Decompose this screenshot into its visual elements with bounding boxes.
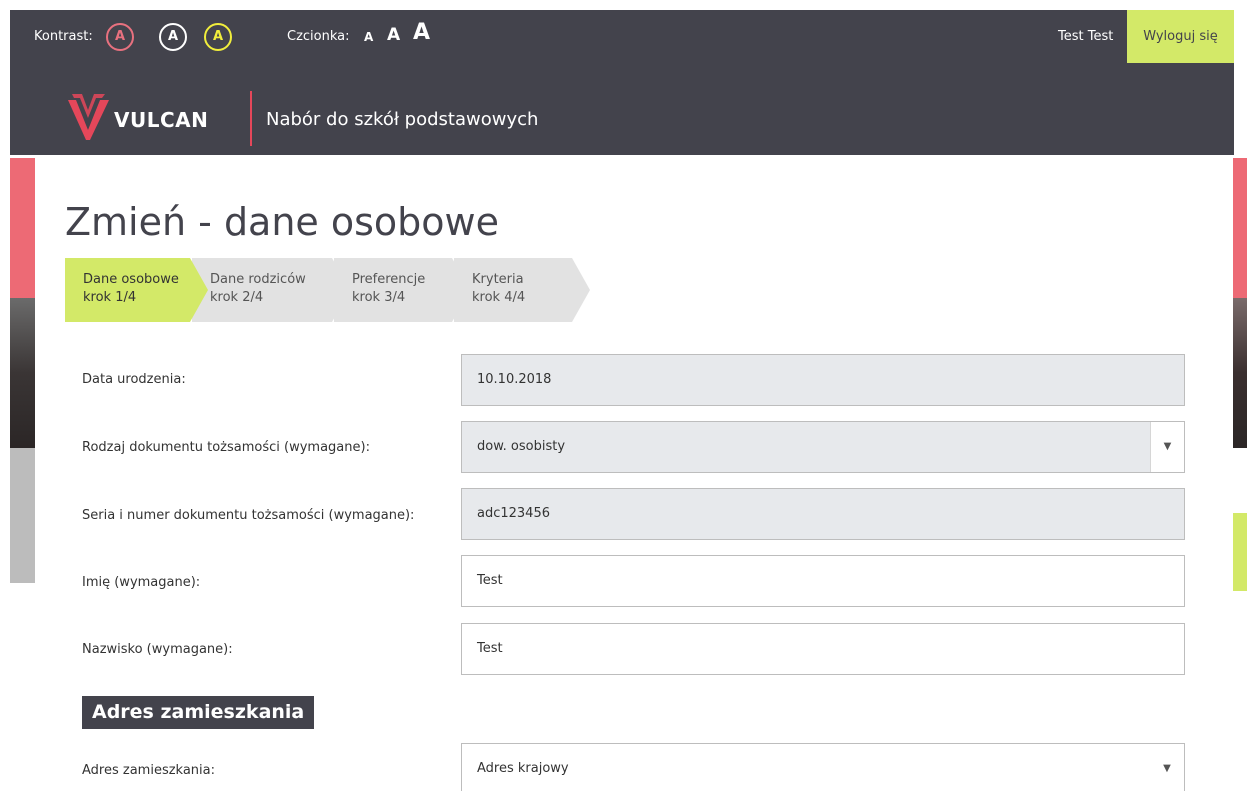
caret-down-icon[interactable]: ▼ [1150, 422, 1184, 472]
document-number-value: adc123456 [477, 506, 550, 521]
user-name: Test Test [1058, 29, 1114, 44]
document-number-field: adc123456 [461, 488, 1185, 540]
step-number: krok 3/4 [352, 290, 406, 305]
document-type-label: Rodzaj dokumentu tożsamości (wymagane): [82, 440, 370, 455]
first-name-label: Imię (wymagane): [82, 575, 201, 590]
font-size-small-button[interactable]: A [364, 30, 373, 44]
vulcan-logo-icon [68, 94, 109, 140]
brand-bar: VULCAN Nabór do szkół podstawowych [10, 84, 1234, 149]
contrast-option-white-button[interactable]: A [159, 23, 187, 51]
step-preferences[interactable]: Preferencje krok 3/4 [334, 258, 472, 322]
accessibility-bar: Kontrast: A A A Czcionka: A A A Test Tes… [10, 10, 1234, 66]
brand-divider [250, 91, 252, 146]
birth-date-field: 10.10.2018 [461, 354, 1185, 406]
top-header: Kontrast: A A A Czcionka: A A A Test Tes… [10, 10, 1234, 155]
step-arrow [190, 258, 208, 322]
step-title: Kryteria [472, 272, 524, 287]
step-title: Preferencje [352, 272, 426, 287]
document-number-label: Seria i numer dokumentu tożsamości (wyma… [82, 508, 415, 523]
font-size-large-button[interactable]: A [413, 20, 430, 45]
step-arrow [452, 258, 470, 322]
step-number: krok 1/4 [83, 290, 137, 305]
background-strip [1233, 158, 1247, 298]
address-type-select[interactable]: Adres krajowy ▼ [461, 743, 1185, 791]
contrast-option-yellow-button[interactable]: A [204, 23, 232, 51]
page-title: Zmień - dane osobowe [65, 200, 500, 244]
step-number: krok 2/4 [210, 290, 264, 305]
address-type-label: Adres zamieszkania: [82, 763, 216, 778]
contrast-label: Kontrast: [34, 29, 93, 44]
last-name-input[interactable]: Test [461, 623, 1185, 675]
step-criteria[interactable]: Kryteria krok 4/4 [454, 258, 590, 322]
first-name-value: Test [477, 573, 503, 588]
background-strip [1233, 448, 1247, 513]
first-name-input[interactable]: Test [461, 555, 1185, 607]
step-arrow [572, 258, 590, 322]
wizard-steps: Dane osobowe krok 1/4 Dane rodziców krok… [65, 258, 590, 322]
background-photo [10, 298, 35, 448]
logout-button[interactable]: Wyloguj się [1127, 10, 1234, 63]
background-photo [1233, 298, 1247, 448]
font-size-medium-button[interactable]: A [387, 25, 400, 45]
caret-down-icon[interactable]: ▼ [1150, 744, 1184, 791]
step-arrow [332, 258, 350, 322]
background-strip [10, 158, 35, 298]
step-title: Dane rodziców [210, 272, 306, 287]
font-size-label: Czcionka: [287, 29, 350, 44]
last-name-label: Nazwisko (wymagane): [82, 642, 233, 657]
main-panel: Zmień - dane osobowe Dane osobowe krok 1… [35, 158, 1233, 791]
document-type-value: dow. osobisty [477, 439, 566, 454]
step-number: krok 4/4 [472, 290, 526, 305]
address-type-value: Adres krajowy [477, 761, 569, 776]
address-section-header: Adres zamieszkania [82, 696, 315, 729]
birth-date-label: Data urodzenia: [82, 372, 186, 387]
background-strip [10, 448, 35, 583]
step-title: Dane osobowe [83, 272, 179, 287]
contrast-option-red-button[interactable]: A [106, 23, 134, 51]
birth-date-value: 10.10.2018 [477, 372, 552, 387]
vulcan-logo-text: VULCAN [114, 108, 209, 132]
document-type-select[interactable]: dow. osobisty ▼ [461, 421, 1185, 473]
step-parents-data[interactable]: Dane rodziców krok 2/4 [192, 258, 352, 322]
app-title: Nabór do szkół podstawowych [266, 109, 539, 130]
step-personal-data[interactable]: Dane osobowe krok 1/4 [65, 258, 210, 322]
background-strip [1233, 513, 1247, 591]
last-name-value: Test [477, 641, 503, 656]
